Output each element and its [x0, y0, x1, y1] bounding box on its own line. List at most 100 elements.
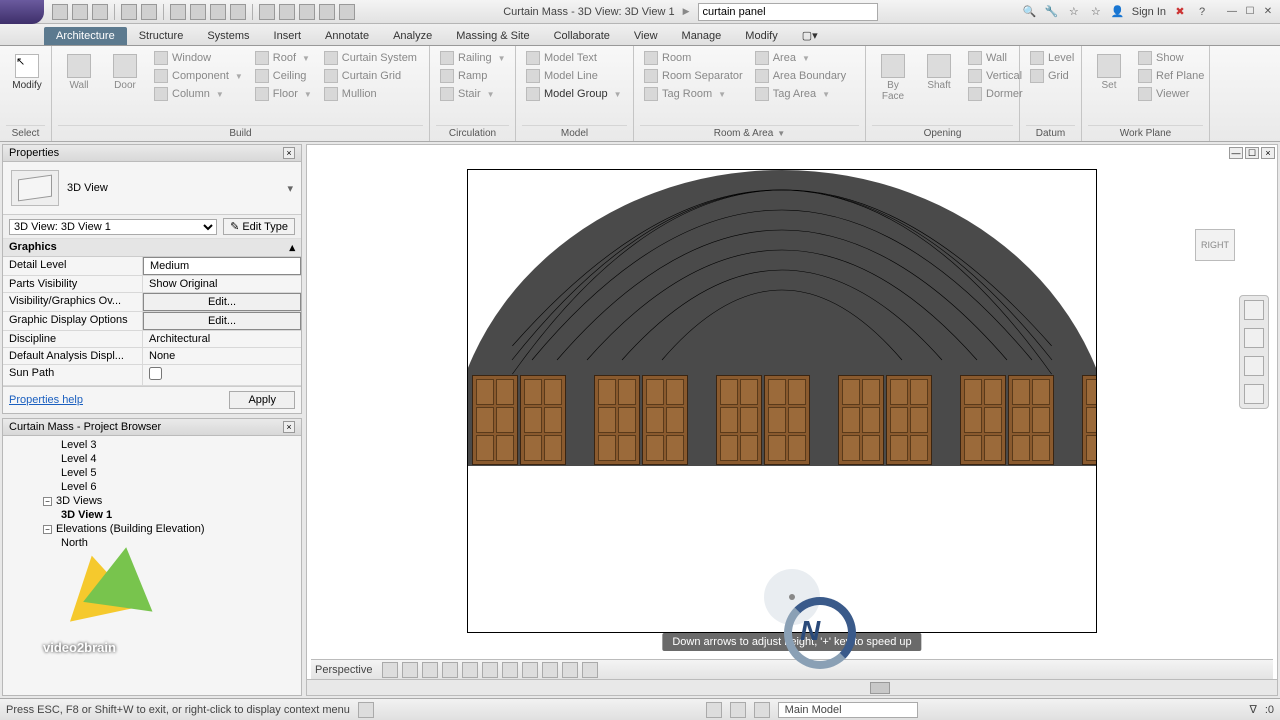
dormer-button[interactable]: Dormer — [964, 86, 1027, 102]
viewcube-face[interactable]: RIGHT — [1195, 229, 1235, 261]
sun-path-icon[interactable] — [442, 662, 458, 678]
modify-button[interactable]: ↖ Modify — [6, 50, 48, 95]
redo-icon[interactable] — [141, 4, 157, 20]
close-button[interactable]: ✕ — [1260, 5, 1276, 19]
pan-icon[interactable] — [1244, 328, 1264, 348]
close-hidden-icon[interactable] — [319, 4, 335, 20]
measure-icon[interactable] — [170, 4, 186, 20]
tree-item-north[interactable]: North — [3, 536, 301, 550]
tree-item-level-4[interactable]: Level 4 — [3, 452, 301, 466]
view-mode[interactable]: Perspective — [315, 664, 372, 676]
tab-structure[interactable]: Structure — [127, 27, 196, 45]
project-browser-tree[interactable]: Level 3Level 4Level 5Level 6 −3D Views 3… — [3, 436, 301, 695]
apply-button[interactable]: Apply — [229, 391, 295, 409]
search-icon[interactable]: 🔍 — [1022, 4, 1038, 20]
viewcube[interactable]: RIGHT — [1181, 215, 1253, 275]
tag-area-button[interactable]: Tag Area▼ — [751, 86, 850, 102]
tab-systems[interactable]: Systems — [195, 27, 261, 45]
edit-type-button[interactable]: ✎Edit Type — [223, 218, 295, 235]
model-group-button[interactable]: Model Group▼ — [522, 86, 626, 102]
prop-vg-button[interactable]: Edit... — [143, 293, 301, 311]
door-button[interactable]: Door — [104, 50, 146, 95]
shadows-icon[interactable] — [462, 662, 478, 678]
tree-item-level-3[interactable]: Level 3 — [3, 438, 301, 452]
detail-icon[interactable] — [402, 662, 418, 678]
prop-analysis-value[interactable]: None — [143, 348, 301, 364]
vertical-button[interactable]: Vertical — [964, 68, 1027, 84]
vp-minimize-icon[interactable]: — — [1229, 147, 1243, 159]
render-icon[interactable] — [482, 662, 498, 678]
orbit-icon[interactable] — [1244, 384, 1264, 404]
dim-icon[interactable] — [190, 4, 206, 20]
by-face-button[interactable]: By Face — [872, 50, 914, 106]
favorite-icon[interactable]: ☆ — [1088, 4, 1104, 20]
properties-help-link[interactable]: Properties help — [9, 394, 83, 406]
lock-icon[interactable] — [542, 662, 558, 678]
reveal-icon[interactable] — [582, 662, 598, 678]
open-icon[interactable] — [52, 4, 68, 20]
grid-button[interactable]: Grid — [1026, 68, 1078, 84]
prop-detail-level-value[interactable]: Medium — [143, 257, 301, 275]
sync-icon[interactable] — [92, 4, 108, 20]
prop-discipline-value[interactable]: Architectural — [143, 331, 301, 347]
wall-button[interactable]: Wall — [58, 50, 100, 95]
ribbon-expand-icon[interactable]: ▢▾ — [790, 26, 830, 45]
text-icon[interactable] — [230, 4, 246, 20]
navigation-bar[interactable] — [1239, 295, 1269, 409]
ramp-button[interactable]: Ramp — [436, 68, 510, 84]
collapse-icon[interactable]: − — [43, 497, 52, 506]
crop-region-icon[interactable] — [522, 662, 538, 678]
vp-maximize-icon[interactable]: ☐ — [1245, 147, 1259, 159]
tree-elevations[interactable]: −Elevations (Building Elevation) — [3, 522, 301, 536]
vp-close-icon[interactable]: × — [1261, 147, 1275, 159]
prop-parts-value[interactable]: Show Original — [143, 276, 301, 292]
star-icon[interactable]: ☆ — [1066, 4, 1082, 20]
stair-button[interactable]: Stair▼ — [436, 86, 510, 102]
scale-icon[interactable] — [382, 662, 398, 678]
search-input[interactable] — [698, 3, 878, 21]
tag-room-button[interactable]: Tag Room▼ — [640, 86, 747, 102]
railing-button[interactable]: Railing▼ — [436, 50, 510, 66]
properties-close-icon[interactable]: × — [283, 147, 295, 159]
group-graphics[interactable]: Graphics — [9, 241, 57, 254]
tab-insert[interactable]: Insert — [262, 27, 314, 45]
exchange-icon[interactable]: ✖ — [1172, 4, 1188, 20]
wall-opening-button[interactable]: Wall — [964, 50, 1027, 66]
undo-icon[interactable] — [121, 4, 137, 20]
temp-hide-icon[interactable] — [562, 662, 578, 678]
application-menu-button[interactable] — [0, 0, 44, 24]
tab-massing-site[interactable]: Massing & Site — [444, 27, 541, 45]
status-walkthrough-icon[interactable] — [358, 702, 374, 718]
tab-architecture[interactable]: Architecture — [44, 27, 127, 45]
area-boundary-button[interactable]: Area Boundary — [751, 68, 850, 84]
maximize-button[interactable]: ☐ — [1242, 5, 1258, 19]
ref-plane-button[interactable]: Ref Plane — [1134, 68, 1208, 84]
type-dropdown-icon[interactable]: ▾ — [287, 182, 293, 195]
prop-sunpath-value[interactable] — [143, 365, 301, 385]
collapse-icon[interactable]: − — [43, 525, 52, 534]
tab-analyze[interactable]: Analyze — [381, 27, 444, 45]
status-workset-icon[interactable] — [706, 702, 722, 718]
group-collapse-icon[interactable]: ▴ — [289, 241, 295, 254]
save-icon[interactable] — [72, 4, 88, 20]
model-line-button[interactable]: Model Line — [522, 68, 626, 84]
mullion-button[interactable]: Mullion — [320, 86, 421, 102]
browser-close-icon[interactable]: × — [283, 421, 295, 433]
tree-3d-views[interactable]: −3D Views — [3, 494, 301, 508]
prop-gdo-button[interactable]: Edit... — [143, 312, 301, 330]
viewport[interactable]: — ☐ × // small inline grid — [306, 144, 1278, 696]
full-nav-wheel-icon[interactable] — [1244, 300, 1264, 320]
section-icon[interactable] — [279, 4, 295, 20]
visual-style-icon[interactable] — [422, 662, 438, 678]
curtain-system-button[interactable]: Curtain System — [320, 50, 421, 66]
drawing-canvas[interactable]: // small inline grid hatch — [467, 169, 1097, 633]
ceiling-button[interactable]: Ceiling — [251, 68, 316, 84]
model-text-button[interactable]: Model Text — [522, 50, 626, 66]
sunpath-checkbox[interactable] — [149, 367, 162, 380]
crop-icon[interactable] — [502, 662, 518, 678]
set-button[interactable]: Set — [1088, 50, 1130, 95]
window-button[interactable]: Window — [150, 50, 247, 66]
tab-view[interactable]: View — [622, 27, 670, 45]
area-button[interactable]: Area▼ — [751, 50, 850, 66]
user-icon[interactable]: 👤 — [1110, 4, 1126, 20]
